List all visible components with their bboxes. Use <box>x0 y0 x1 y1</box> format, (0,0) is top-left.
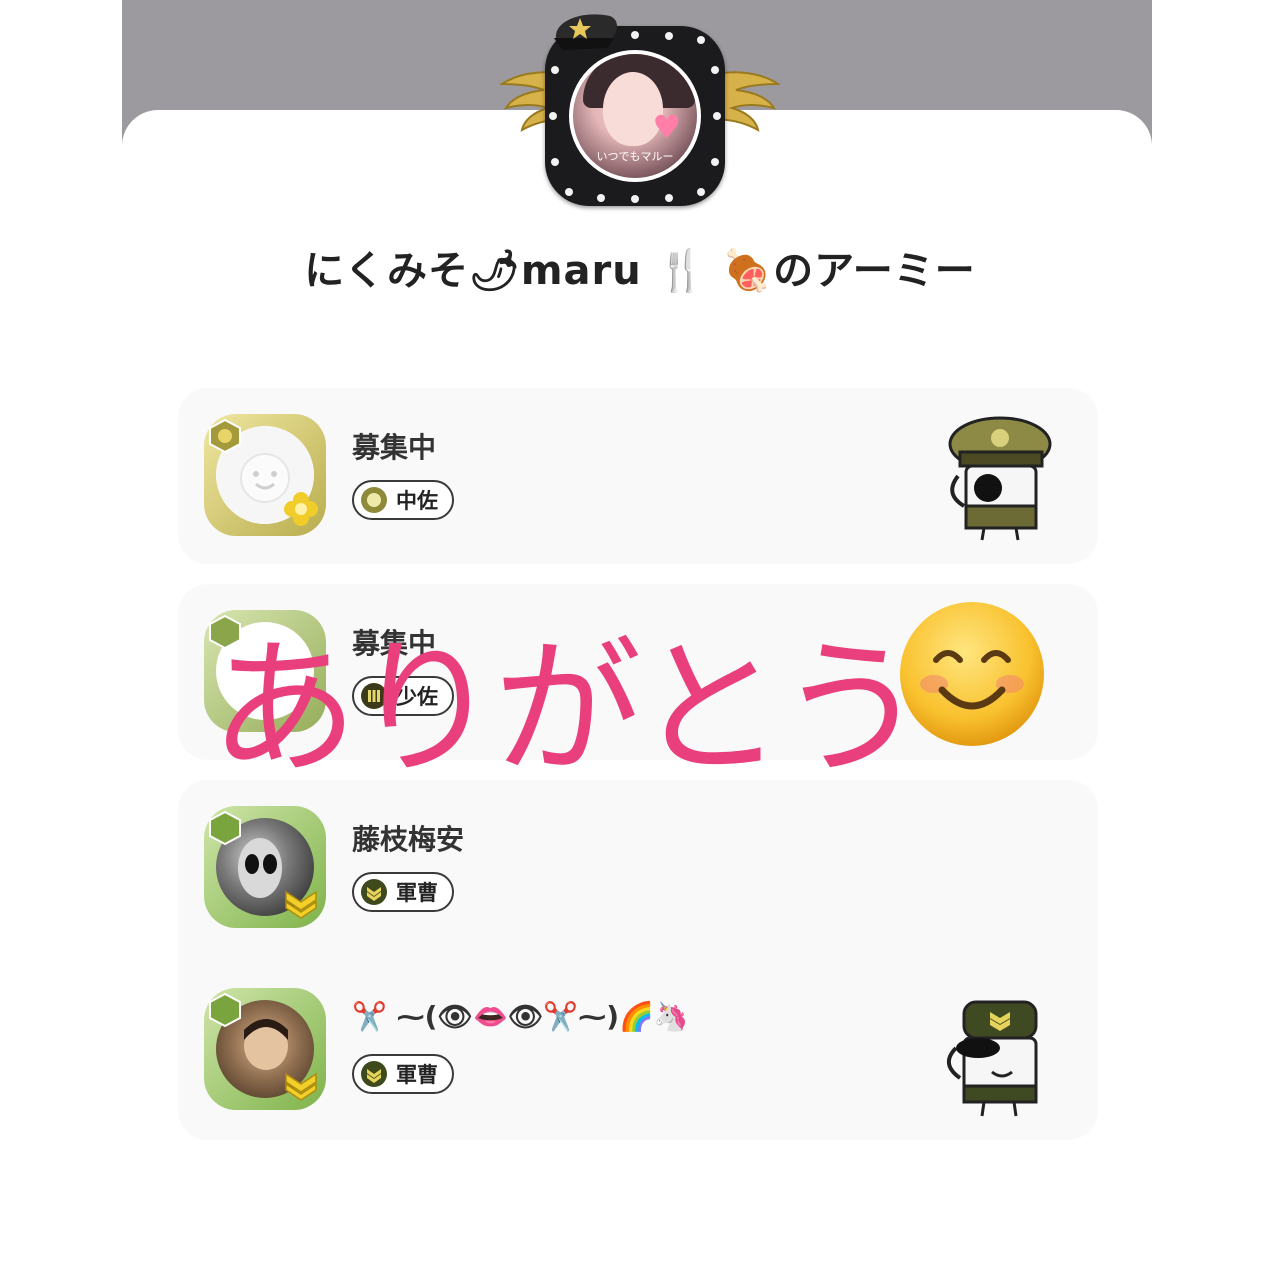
member-name: ✂️ ⁓(👁👄👁✂️⁓)🌈🦄 <box>352 1000 689 1033</box>
list-item[interactable]: 藤枝梅安 軍曹 <box>178 806 1098 956</box>
rank-label: 軍曹 <box>396 1063 438 1087</box>
member-avatar[interactable] <box>204 988 326 1110</box>
flower-insignia-icon <box>284 492 318 526</box>
soldier-mascot-icon <box>948 416 1052 541</box>
member-name: 藤枝梅安 <box>352 823 465 856</box>
heart-icon: ♥ <box>652 108 681 146</box>
chevron-insignia-icon <box>285 890 317 919</box>
officer-cap-icon <box>554 14 617 50</box>
chevron-insignia-icon <box>285 1072 317 1101</box>
avatar-caption: いつでもマルー <box>596 150 674 163</box>
rank-badge-icon <box>209 418 241 454</box>
member-avatar[interactable] <box>204 414 326 536</box>
member-avatar[interactable] <box>204 806 326 928</box>
list-item[interactable]: 募集中 中佐 <box>178 414 1098 564</box>
leader-avatar[interactable]: ♥ いつでもマルー <box>500 8 780 208</box>
rank-flower-icon <box>361 487 387 513</box>
soldier-mascot-icon <box>947 1000 1038 1117</box>
rank-chevron-icon <box>361 1061 387 1087</box>
rank-badge-icon <box>209 992 241 1028</box>
member-card: 募集中 中佐 <box>178 388 1098 564</box>
member-card: 藤枝梅安 軍曹 ✂️ ⁓(👁👄👁✂️⁓)🌈🦄 軍曹 <box>178 780 1098 1140</box>
rank-pill: 軍曹 <box>352 1054 454 1094</box>
army-title: にくみそ🌶maru 🍴 🍖のアーミー <box>304 248 976 294</box>
rank-label: 軍曹 <box>396 881 438 905</box>
rank-label: 中佐 <box>396 489 438 513</box>
rank-badge-icon <box>209 810 241 846</box>
list-item[interactable]: ✂️ ⁓(👁👄👁✂️⁓)🌈🦄 軍曹 <box>178 988 1098 1138</box>
leader-photo: ♥ いつでもマルー <box>569 50 701 182</box>
rank-pill: 軍曹 <box>352 872 454 912</box>
rank-chevron-icon <box>361 879 387 905</box>
smiling-face-emoji-icon <box>900 602 1044 746</box>
thanks-handwriting: ありがとう <box>210 623 926 795</box>
rank-pill: 中佐 <box>352 480 454 520</box>
member-name: 募集中 <box>352 431 437 464</box>
